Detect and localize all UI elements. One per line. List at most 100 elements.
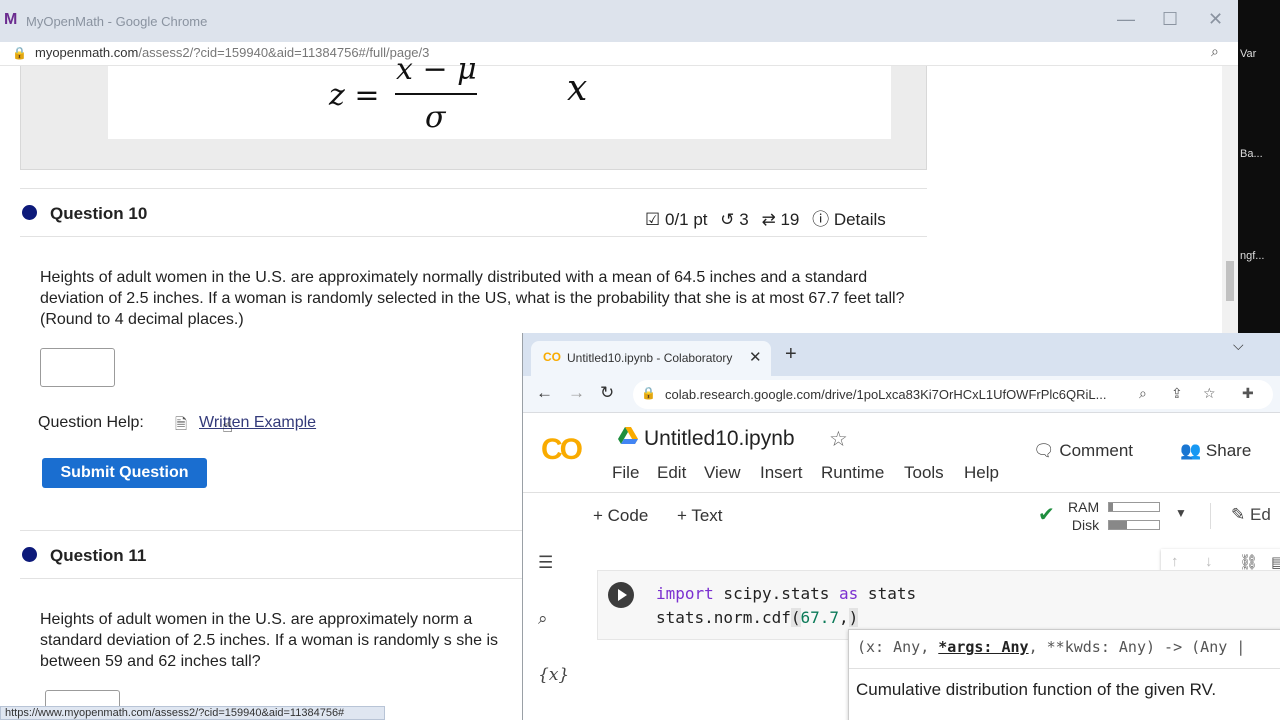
lock-icon: 🔒 — [12, 46, 27, 60]
comment-cell-icon[interactable]: ▤ — [1271, 553, 1280, 571]
url-text[interactable]: myopenmath.com/assess2/?cid=159940&aid=1… — [35, 45, 429, 60]
search-icon[interactable]: ⌕ — [538, 609, 548, 629]
desktop-label: ngf... — [1240, 250, 1265, 262]
document-icon: 🗎 — [175, 416, 188, 433]
function-docstring: Cumulative distribution function of the … — [856, 680, 1217, 699]
edit-label: Ed — [1249, 505, 1271, 524]
disk-meter — [1108, 520, 1160, 530]
variables-icon[interactable]: {x} — [538, 665, 569, 685]
written-example-link[interactable]: Written Example — [199, 414, 316, 432]
dropdown-arrow-icon[interactable]: ▼ — [1175, 506, 1187, 520]
add-text-button[interactable]: + Text — [677, 506, 723, 526]
menu-runtime[interactable]: Runtime — [821, 463, 884, 483]
star-icon[interactable]: ☆ — [829, 427, 848, 452]
zoom-icon[interactable]: ⌕ — [1211, 43, 1219, 60]
attempts-icon: ⇄ — [761, 210, 776, 229]
edit-button[interactable]: ✎ Ed — [1231, 505, 1271, 525]
move-up-icon[interactable]: ↑ — [1171, 553, 1179, 570]
menu-tools[interactable]: Tools — [904, 463, 944, 483]
question-status-dot — [22, 547, 37, 562]
reload-icon[interactable]: ↻ — [600, 383, 614, 403]
new-tab-button[interactable]: + — [785, 343, 797, 366]
menu-help[interactable]: Help — [964, 463, 999, 483]
forward-icon[interactable]: → — [568, 383, 585, 403]
question-10-text: Heights of adult women in the U.S. are a… — [40, 269, 905, 328]
answer-input[interactable] — [40, 348, 115, 387]
google-drive-icon[interactable] — [618, 427, 638, 445]
question-10-title: Question 10 — [50, 204, 148, 223]
menu-view[interactable]: View — [704, 463, 741, 483]
close-tab-icon[interactable]: ✕ — [749, 348, 762, 366]
table-of-contents-icon[interactable]: ☰ — [538, 553, 553, 573]
function-signature: (x: Any, *args: Any, **kwds: Any) -> (An… — [857, 638, 1246, 656]
code-line-1[interactable]: import scipy.stats as stats — [656, 584, 916, 603]
divider — [1210, 503, 1211, 529]
comment-button[interactable]: 🗨 Comment — [1033, 441, 1133, 461]
colab-toolbar: + Code + Text ✔ RAM Disk ▼ ✎ Ed — [523, 493, 1280, 539]
notebook-title[interactable]: Untitled10.ipynb — [644, 427, 795, 451]
question-status-dot — [22, 205, 37, 220]
share-button[interactable]: 👥 Share — [1180, 441, 1251, 461]
back-icon[interactable]: ← — [536, 383, 553, 403]
divider — [849, 668, 1280, 669]
run-cell-button[interactable] — [608, 582, 634, 608]
menu-edit[interactable]: Edit — [657, 463, 686, 483]
colab-logo: CO — [541, 433, 583, 466]
zoom-icon[interactable]: ⌕ — [1139, 385, 1147, 402]
desktop-background: Var Ba... ngf... — [1238, 0, 1280, 335]
divider — [20, 236, 927, 237]
divider — [20, 188, 927, 189]
colab-header: CO Untitled10.ipynb ☆ File Edit View Ins… — [523, 413, 1280, 493]
menu-file[interactable]: File — [612, 463, 639, 483]
myopenmath-logo: M — [4, 11, 18, 28]
disk-label: Disk — [1071, 517, 1100, 533]
link-icon[interactable]: ⛓ — [1239, 553, 1258, 571]
colab-tab-title: Untitled10.ipynb - Colaboratory — [567, 351, 733, 365]
window-title: MyOpenMath - Google Chrome — [26, 14, 208, 29]
formula-panel: z = x − μ σ x — [20, 52, 927, 170]
ram-meter — [1108, 502, 1160, 512]
colab-nav-bar: ← → ↻ 🔒 colab.research.google.com/drive/… — [523, 376, 1280, 413]
signature-tooltip: (x: Any, *args: Any, **kwds: Any) -> (An… — [848, 629, 1280, 720]
attempts-count: 19 — [780, 210, 800, 229]
comment-icon: 🗨 — [1033, 441, 1055, 460]
browser-title-bar: M MyOpenMath - Google Chrome — ☐ ✕ — [0, 0, 1238, 42]
ram-label: RAM — [1068, 499, 1100, 515]
menu-insert[interactable]: Insert — [760, 463, 803, 483]
ram-fill — [1109, 503, 1113, 511]
score-text: 0/1 pt — [664, 210, 708, 229]
question-help-label: Question Help: — [38, 414, 144, 431]
question-11-text: Heights of adult women in the U.S. are a… — [40, 611, 499, 670]
bookmark-star-icon[interactable]: ☆ — [1203, 385, 1216, 402]
colab-browser-window: CO Untitled10.ipynb - Colaboratory ✕ + ⌵… — [522, 333, 1280, 720]
formula-display: z = x − μ σ x — [108, 52, 891, 139]
formula-denominator: σ — [425, 100, 446, 135]
address-bar[interactable]: 🔒 myopenmath.com/assess2/?cid=159940&aid… — [0, 42, 1238, 66]
chevron-down-icon[interactable]: ⌵ — [1233, 337, 1244, 354]
info-icon[interactable]: ⓘ — [812, 210, 829, 229]
colab-url[interactable]: colab.research.google.com/drive/1poLxca8… — [665, 387, 1106, 402]
close-button[interactable]: ✕ — [1208, 9, 1223, 30]
mouse-cursor-icon: ☝ — [222, 416, 233, 436]
scrollbar-thumb[interactable] — [1226, 261, 1234, 301]
share-page-icon[interactable]: ⇪ — [1171, 385, 1183, 402]
extensions-icon[interactable]: ✚ — [1242, 385, 1254, 402]
details-link[interactable]: Details — [834, 210, 886, 229]
colab-tab[interactable]: CO Untitled10.ipynb - Colaboratory ✕ — [531, 341, 771, 376]
add-code-button[interactable]: + Code — [593, 506, 648, 526]
minimize-button[interactable]: — — [1117, 9, 1135, 30]
resource-labels[interactable]: RAM Disk — [1068, 498, 1099, 534]
pencil-icon: ✎ — [1231, 505, 1246, 524]
question-meta: ☑ 0/1 pt ↺ 3 ⇄ 19 ⓘ Details — [645, 205, 886, 230]
move-down-icon[interactable]: ↓ — [1205, 553, 1213, 570]
submit-question-button[interactable]: Submit Question — [42, 458, 207, 488]
fraction-bar — [395, 93, 477, 95]
colab-sidebar: ☰ ⌕ {x} 🗀 — [523, 539, 571, 720]
checkbox-icon: ☑ — [645, 210, 661, 229]
code-line-2[interactable]: stats.norm.cdf(67.7,) — [656, 608, 859, 627]
lock-icon: 🔒 — [641, 386, 656, 400]
colab-address-bar[interactable]: 🔒 colab.research.google.com/drive/1poLxc… — [633, 380, 1273, 409]
formula-numerator: x − μ — [396, 52, 477, 87]
status-bar-url: https://www.myopenmath.com/assess2/?cid=… — [0, 706, 385, 720]
maximize-button[interactable]: ☐ — [1162, 9, 1178, 30]
